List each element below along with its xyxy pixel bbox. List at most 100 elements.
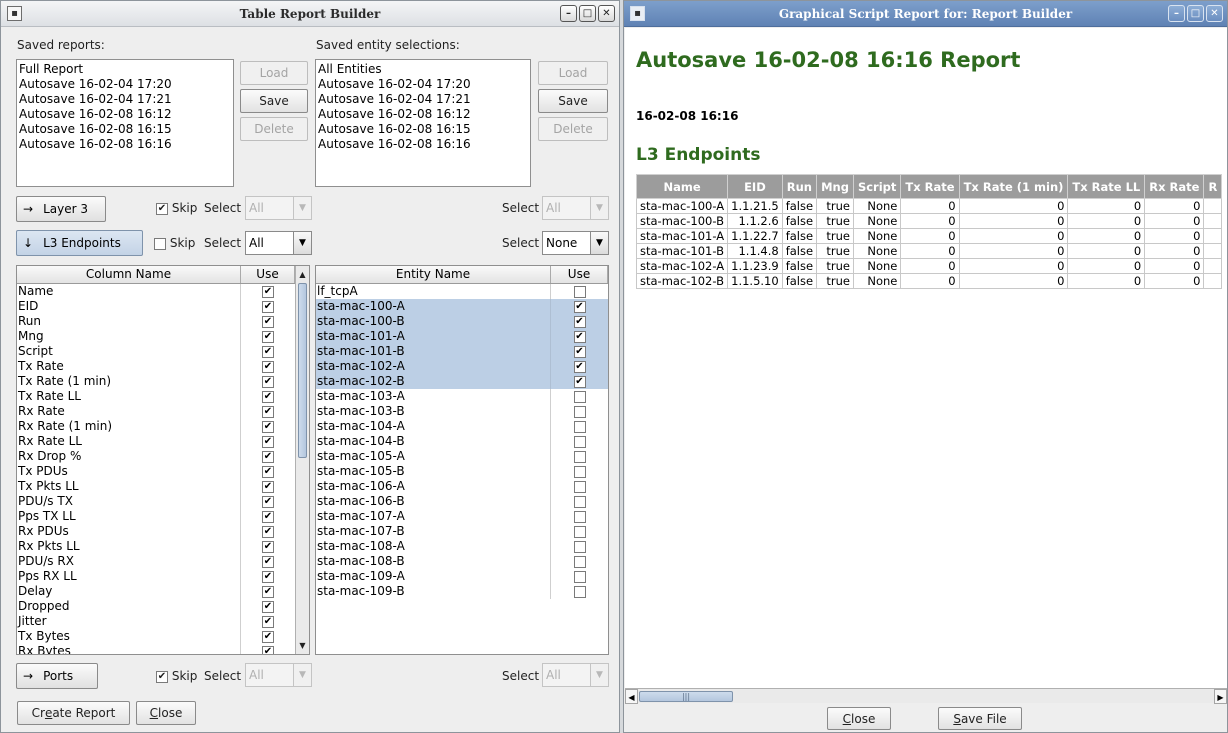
check-icon[interactable]: ✔ — [573, 375, 586, 388]
use-cell[interactable]: ✔ — [241, 584, 295, 599]
column-row[interactable]: Tx PDUs ✔ — [17, 464, 295, 479]
column-row[interactable]: Rx PDUs ✔ — [17, 524, 295, 539]
report-header-cell[interactable]: Script — [852, 174, 902, 199]
column-name-header[interactable]: Column Name — [17, 266, 241, 283]
entity-use-cell[interactable]: ✔ — [551, 299, 608, 314]
ports-expand-button[interactable]: → Ports — [16, 663, 98, 689]
column-row[interactable]: Rx Bytes ✔ — [17, 644, 295, 654]
load-entities-button[interactable]: Load — [538, 61, 608, 85]
ports-skip[interactable]: ✔ Skip — [156, 669, 197, 683]
report-header-cell[interactable]: Tx Rate (1 min) — [958, 174, 1069, 199]
entity-table[interactable]: Entity Name Use lf_tcpA sta-mac-100-A ✔ sta… — [315, 265, 609, 655]
column-row[interactable]: Tx Pkts LL ✔ — [17, 479, 295, 494]
report-header-cell[interactable]: R — [1203, 174, 1223, 199]
check-icon[interactable]: ✔ — [573, 345, 586, 358]
delete-entities-button[interactable]: Delete — [538, 117, 608, 141]
column-row[interactable]: Rx Rate LL ✔ — [17, 434, 295, 449]
create-report-button[interactable]: Cr e ate Report — [17, 701, 130, 725]
column-table[interactable]: Column Name Use Name ✔ EID ✔ Run ✔ Mng ✔ Script ✔… — [16, 265, 310, 655]
use-cell[interactable]: ✔ — [241, 419, 295, 434]
unchecked-box-icon[interactable] — [573, 405, 586, 418]
use-cell[interactable]: ✔ — [241, 449, 295, 464]
entity-ports-select[interactable]: All ▼ — [542, 663, 609, 687]
check-icon[interactable]: ✔ — [262, 495, 274, 508]
saved-reports-list[interactable]: Full Report Autosave 16-02-04 17:20 Autosa… — [16, 59, 234, 187]
entity-use-cell[interactable] — [551, 284, 608, 299]
unchecked-box-icon[interactable] — [573, 555, 586, 568]
report-header-cell[interactable]: Tx Rate — [900, 174, 960, 199]
column-row[interactable]: Delay ✔ — [17, 584, 295, 599]
entity-row[interactable]: sta-mac-109-A — [316, 569, 608, 584]
entity-row[interactable]: lf_tcpA — [316, 284, 608, 299]
saved-entity-item[interactable]: Autosave 16-02-08 16:15 — [318, 122, 528, 137]
report-header-cell[interactable]: Tx Rate LL — [1067, 174, 1146, 199]
use-cell[interactable]: ✔ — [241, 374, 295, 389]
unchecked-box-icon[interactable] — [573, 570, 586, 583]
entity-row[interactable]: sta-mac-104-B — [316, 434, 608, 449]
use-cell[interactable]: ✔ — [241, 614, 295, 629]
use-cell[interactable]: ✔ — [241, 404, 295, 419]
entity-row[interactable]: sta-mac-100-A ✔ — [316, 299, 608, 314]
report-header-cell[interactable]: Name — [635, 174, 729, 199]
use-cell[interactable]: ✔ — [241, 509, 295, 524]
entity-use-cell[interactable] — [551, 509, 608, 524]
saved-entities-list[interactable]: All Entities Autosave 16-02-04 17:20 Autos… — [315, 59, 531, 187]
check-icon[interactable]: ✔ — [262, 405, 274, 418]
close-report-button[interactable]: Close — [827, 707, 891, 730]
check-icon[interactable]: ✔ — [262, 435, 274, 448]
unchecked-box-icon[interactable] — [573, 420, 586, 433]
layer3-select[interactable]: All ▼ — [245, 196, 312, 220]
entity-use-cell[interactable]: ✔ — [551, 329, 608, 344]
entity-row[interactable]: sta-mac-100-B ✔ — [316, 314, 608, 329]
layer3-expand-button[interactable]: → Layer 3 — [16, 196, 106, 222]
check-icon[interactable]: ✔ — [262, 345, 274, 358]
save-file-button[interactable]: Save File — [938, 707, 1022, 730]
entity-l3-select[interactable]: None ▼ — [542, 231, 609, 255]
use-cell[interactable]: ✔ — [241, 539, 295, 554]
unchecked-box-icon[interactable] — [573, 585, 586, 598]
use-cell[interactable]: ✔ — [241, 644, 295, 654]
column-row[interactable]: Tx Rate LL ✔ — [17, 389, 295, 404]
scroll-left-icon[interactable]: ◀ — [625, 689, 638, 704]
save-report-button[interactable]: Save — [240, 89, 308, 113]
l3-endpoints-expand-button[interactable]: ↓ L3 Endpoints — [16, 230, 143, 256]
column-row[interactable]: Pps RX LL ✔ — [17, 569, 295, 584]
check-icon[interactable]: ✔ — [262, 570, 274, 583]
column-row[interactable]: Mng ✔ — [17, 329, 295, 344]
report-header-cell[interactable]: Rx Rate — [1144, 174, 1205, 199]
report-header-cell[interactable]: EID — [727, 174, 783, 199]
saved-report-item[interactable]: Autosave 16-02-04 17:20 — [19, 77, 231, 92]
report-hscrollbar[interactable]: ◀ ||| ▶ — [625, 688, 1227, 704]
minimize-icon[interactable]: – — [1168, 5, 1185, 22]
entity-use-cell[interactable] — [551, 494, 608, 509]
entity-use-header[interactable]: Use — [551, 266, 608, 283]
left-titlebar[interactable]: ▪ Table Report Builder – □ ✕ — [1, 1, 619, 27]
entity-row[interactable]: sta-mac-101-A ✔ — [316, 329, 608, 344]
entity-use-cell[interactable] — [551, 434, 608, 449]
entity-use-cell[interactable] — [551, 569, 608, 584]
column-row[interactable]: PDU/s RX ✔ — [17, 554, 295, 569]
use-cell[interactable]: ✔ — [241, 479, 295, 494]
use-cell[interactable]: ✔ — [241, 284, 295, 299]
saved-report-item[interactable]: Autosave 16-02-04 17:21 — [19, 92, 231, 107]
check-icon[interactable]: ✔ — [573, 360, 586, 373]
column-row[interactable]: Name ✔ — [17, 284, 295, 299]
entity-use-cell[interactable] — [551, 554, 608, 569]
column-row[interactable]: Run ✔ — [17, 314, 295, 329]
entity-layer3-select[interactable]: All ▼ — [542, 196, 609, 220]
check-icon[interactable]: ✔ — [262, 480, 274, 493]
unchecked-box-icon[interactable] — [573, 480, 586, 493]
check-icon[interactable]: ✔ — [262, 360, 274, 373]
entity-row[interactable]: sta-mac-109-B — [316, 584, 608, 599]
check-icon[interactable]: ✔ — [262, 540, 274, 553]
entity-row[interactable]: sta-mac-104-A — [316, 419, 608, 434]
unchecked-box-icon[interactable] — [573, 495, 586, 508]
unchecked-box-icon[interactable] — [573, 525, 586, 538]
entity-use-cell[interactable]: ✔ — [551, 359, 608, 374]
scroll-up-icon[interactable]: ▲ — [296, 268, 309, 282]
unchecked-box-icon[interactable] — [573, 285, 586, 298]
entity-row[interactable]: sta-mac-106-B — [316, 494, 608, 509]
check-icon[interactable]: ✔ — [262, 300, 274, 313]
l3-endpoints-select[interactable]: All ▼ — [245, 231, 312, 255]
use-cell[interactable]: ✔ — [241, 344, 295, 359]
